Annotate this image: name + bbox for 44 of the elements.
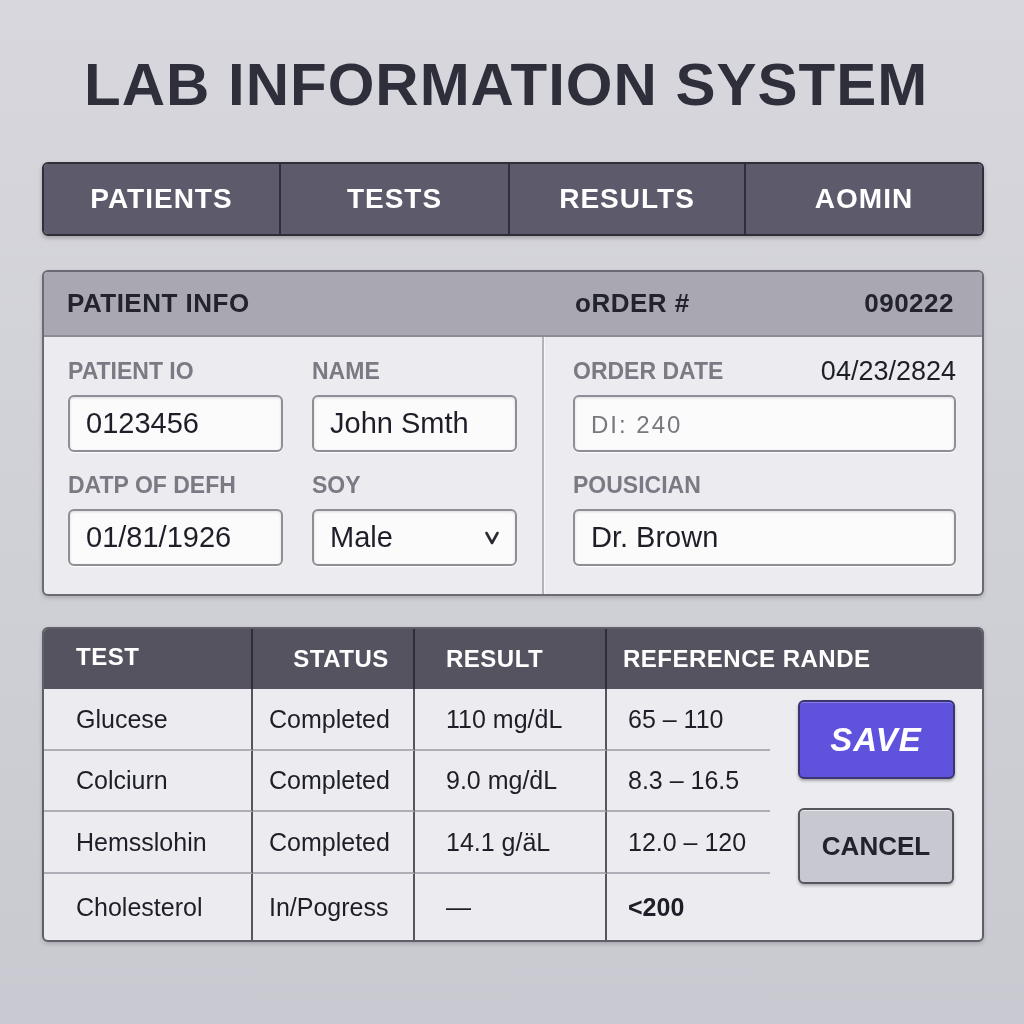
- field-label: DATP OF DEFH: [68, 472, 237, 498]
- order-number: 090222: [864, 288, 954, 319]
- reference-range-cell: 8.3 – 16.5: [607, 751, 770, 812]
- field-label: POUSICIAN: [573, 472, 701, 498]
- input-field[interactable]: Dr. Brown: [573, 509, 956, 566]
- input-field[interactable]: 0123456: [68, 395, 283, 452]
- field-label: ORDER DATE: [573, 358, 724, 384]
- chevron-down-icon: [485, 530, 499, 545]
- dropdown-field[interactable]: Male: [312, 509, 517, 566]
- input-field[interactable]: John Smth: [312, 395, 517, 452]
- nav-tab[interactable]: RESULTS: [508, 164, 744, 234]
- status-cell: In/Pogress: [253, 874, 415, 940]
- status-cell: Completed: [253, 751, 415, 812]
- field-label: NAME: [312, 358, 381, 384]
- reference-range-cell-text: <200: [627, 891, 686, 923]
- result-cell: 110 mg/ḋL: [415, 689, 607, 751]
- result-cell: —: [415, 874, 607, 940]
- nav-tab[interactable]: AOMIN: [744, 164, 982, 234]
- result-cell: 14.1 g/äL: [415, 812, 607, 874]
- reference-range-cell: 65 – 110: [607, 689, 770, 751]
- column-header: STATUS: [253, 629, 415, 689]
- status-cell: Completed: [253, 812, 415, 874]
- test-name-cell: Glucese: [44, 689, 253, 751]
- test-name-cell: Cholesterol: [44, 874, 253, 940]
- panel-title: PATIENT INFO: [67, 288, 250, 319]
- column-header: REFERENCE RANDE: [607, 629, 982, 689]
- save-button[interactable]: SAVE: [797, 700, 955, 779]
- field-label: PATIENT IO: [68, 358, 195, 384]
- order-label: oRDER #: [575, 288, 690, 319]
- field-label: SOY: [312, 472, 362, 498]
- input-field[interactable]: 01/81/1926: [68, 509, 283, 566]
- order-date: 04/23/2824: [820, 358, 956, 384]
- column-header: TEST: [44, 629, 253, 689]
- nav-tab[interactable]: PATIENTS: [44, 164, 279, 234]
- test-name-cell: Colciurn: [44, 751, 253, 812]
- cancel-button[interactable]: CANCEL: [798, 808, 954, 884]
- result-cell: 9.0 mg/ḋL: [415, 751, 607, 812]
- test-name-cell: Hemsslohin: [44, 812, 253, 874]
- app-title: LAB INFORMATION SYSTEM: [84, 50, 929, 120]
- status-cell: Completed: [253, 689, 415, 751]
- input-field[interactable]: DI: 240: [573, 395, 956, 452]
- column-header: RESULT: [415, 629, 607, 689]
- nav-tab[interactable]: TESTS: [279, 164, 508, 234]
- reference-range-cell: 12.0 – 120: [607, 812, 770, 874]
